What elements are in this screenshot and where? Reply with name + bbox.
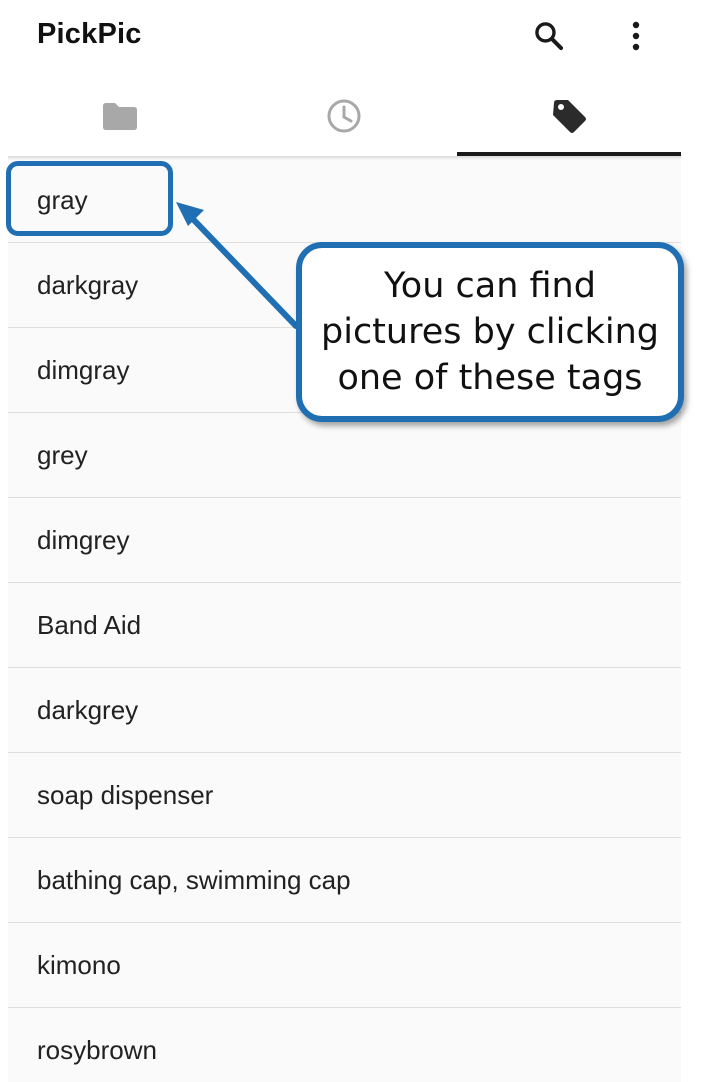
tab-tags[interactable] bbox=[457, 76, 681, 156]
tag-item-darkgrey[interactable]: darkgrey bbox=[8, 668, 681, 753]
tag-item-kimono[interactable]: kimono bbox=[8, 923, 681, 1008]
callout-line-2: pictures by clicking bbox=[321, 312, 659, 352]
search-button[interactable] bbox=[525, 12, 573, 60]
clock-icon bbox=[327, 99, 361, 133]
callout-line-3: one of these tags bbox=[337, 358, 643, 398]
callout-line-1: You can find bbox=[384, 266, 596, 306]
tag-item-soap-dispenser[interactable]: soap dispenser bbox=[8, 753, 681, 838]
tag-item-rosybrown[interactable]: rosybrown bbox=[8, 1008, 681, 1082]
tab-recent[interactable] bbox=[232, 76, 456, 156]
app-bar: PickPic bbox=[8, 0, 681, 76]
more-options-button[interactable] bbox=[612, 12, 660, 60]
folder-icon bbox=[103, 103, 138, 130]
tag-item-dimgrey[interactable]: dimgrey bbox=[8, 498, 681, 583]
annotation-callout: You can find pictures by clicking one of… bbox=[296, 242, 684, 422]
tag-item-bathing-cap[interactable]: bathing cap, swimming cap bbox=[8, 838, 681, 923]
tab-folders[interactable] bbox=[8, 76, 232, 156]
tab-bar bbox=[8, 76, 681, 156]
tag-icon bbox=[552, 100, 586, 133]
tag-item-band-aid[interactable]: Band Aid bbox=[8, 583, 681, 668]
annotation-highlight-box bbox=[6, 161, 173, 236]
search-icon bbox=[535, 22, 564, 51]
tag-item-grey[interactable]: grey bbox=[8, 413, 681, 498]
app-title: PickPic bbox=[37, 18, 142, 50]
more-vert-icon bbox=[632, 21, 640, 51]
callout-text: You can find pictures by clicking one of… bbox=[321, 263, 659, 401]
